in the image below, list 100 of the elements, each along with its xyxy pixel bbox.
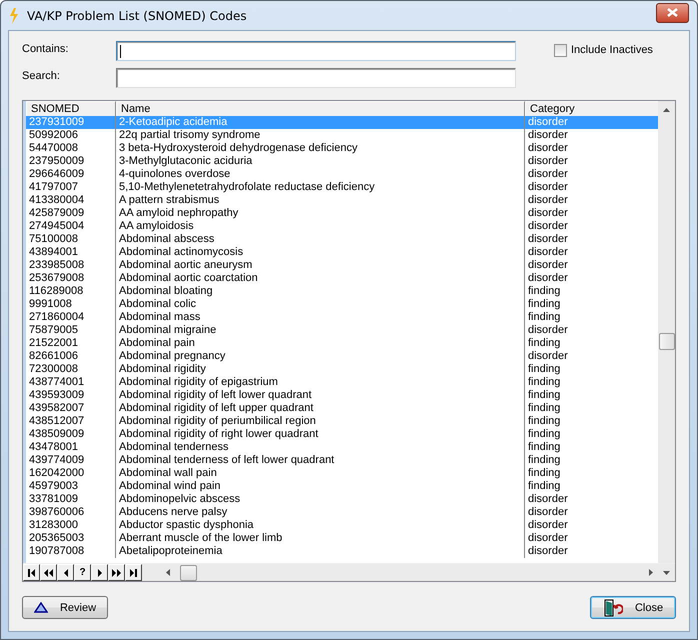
navigator-button[interactable] bbox=[125, 564, 142, 581]
table-cell: 3 beta-Hydroxysteroid dehydrogenase deficiency bbox=[116, 142, 525, 155]
table-cell-text: disorder bbox=[527, 181, 569, 194]
table-cell-text: finding bbox=[527, 363, 562, 376]
table-cell: 237931009 bbox=[26, 116, 116, 129]
right-arrow-icon bbox=[128, 566, 139, 578]
table-row[interactable]: 33781009 Abdominopelvic abscess disorder bbox=[26, 493, 658, 506]
table-row[interactable]: 43478001 Abdominal tenderness finding bbox=[26, 441, 658, 454]
table-row[interactable]: 75100008 Abdominal abscess disorder bbox=[26, 233, 658, 246]
table-cell: Abdominal bloating bbox=[116, 285, 525, 298]
scroll-thumb[interactable] bbox=[180, 564, 197, 580]
table-row[interactable]: 190787008 Abetalipoproteinemia disorder bbox=[26, 545, 658, 558]
table-row[interactable]: 398760006 Abducens nerve palsy disorder bbox=[26, 506, 658, 519]
table-row[interactable]: 82661006 Abdominal pregnancy disorder bbox=[26, 350, 658, 363]
right-arrow-icon bbox=[111, 566, 122, 578]
vertical-scrollbar[interactable] bbox=[658, 101, 675, 563]
table-cell: 439582007 bbox=[26, 402, 116, 415]
checkbox[interactable] bbox=[554, 44, 567, 56]
table-cell: 43894001 bbox=[26, 246, 116, 259]
table-row[interactable]: 438509009 Abdominal rigidity of right lower quadrant finding bbox=[26, 428, 658, 441]
table-row[interactable]: 45979003 Abdominal wind pain finding bbox=[26, 480, 658, 493]
scroll-thumb[interactable] bbox=[659, 333, 675, 350]
table-row[interactable]: 438512007 Abdominal rigidity of periumbilical region finding bbox=[26, 415, 658, 428]
table-row[interactable]: 438774001 Abdominal rigidity of epigastrium finding bbox=[26, 376, 658, 389]
table-cell: Aberrant muscle of the lower limb bbox=[116, 532, 525, 545]
table-row[interactable]: 425879009 AA amyloid nephropathy disorder bbox=[26, 207, 658, 220]
table-cell-text: finding bbox=[527, 402, 562, 415]
table-cell-text: finding bbox=[527, 467, 562, 480]
table-row[interactable]: 75879005 Abdominal migraine disorder bbox=[26, 324, 658, 337]
navigator-button[interactable] bbox=[91, 564, 108, 581]
table-row[interactable]: 233985008 Abdominal aortic aneurysm disorder bbox=[26, 259, 658, 272]
table-cell: 116289008 bbox=[26, 285, 116, 298]
table-cell-text: finding bbox=[527, 415, 562, 428]
table-cell-text: finding bbox=[527, 389, 562, 402]
table-row[interactable]: 162042000 Abdominal wall pain finding bbox=[26, 467, 658, 480]
checkbox-label: Include Inactives bbox=[571, 44, 653, 56]
table-cell-text: disorder bbox=[527, 129, 569, 142]
review-button[interactable]: Review bbox=[22, 596, 108, 619]
table-row[interactable]: 72300008 Abdominal rigidity finding bbox=[26, 363, 658, 376]
table-cell: 271860004 bbox=[26, 311, 116, 324]
table-row[interactable]: 274945004 AA amyloidosis disorder bbox=[26, 220, 658, 233]
table-cell: 43478001 bbox=[26, 441, 116, 454]
table-row[interactable]: 271860004 Abdominal mass finding bbox=[26, 311, 658, 324]
table-row[interactable]: 237950009 3-Methylglutaconic aciduria disorder bbox=[26, 155, 658, 168]
navigator-button[interactable] bbox=[23, 564, 40, 581]
table-row[interactable]: 21522001 Abdominal pain finding bbox=[26, 337, 658, 350]
table-row[interactable]: 50992006 22q partial trisomy syndrome disorder bbox=[26, 129, 658, 142]
table-cell: A pattern strabismus bbox=[116, 194, 525, 207]
table-cell-text: disorder bbox=[527, 350, 569, 363]
help-button[interactable]: ? bbox=[74, 564, 91, 581]
table-cell: 253679008 bbox=[26, 272, 116, 285]
navigator-button[interactable] bbox=[57, 564, 74, 581]
table-cell-text: disorder bbox=[527, 259, 569, 272]
table-row[interactable]: 31283000 Abductor spastic dysphonia disorder bbox=[26, 519, 658, 532]
table-cell: Abetalipoproteinemia bbox=[116, 545, 525, 558]
table-row[interactable]: 413380004 A pattern strabismus disorder bbox=[26, 194, 658, 207]
table-cell: 438512007 bbox=[26, 415, 116, 428]
table-cell-text: finding bbox=[527, 298, 562, 311]
triangle-icon bbox=[34, 602, 48, 613]
table-row[interactable]: 9991008 Abdominal colic finding bbox=[26, 298, 658, 311]
table-row[interactable]: 296646009 4-quinolones overdose disorder bbox=[26, 168, 658, 181]
table-cell: Abdominal rigidity of epigastrium bbox=[116, 376, 525, 389]
table-row[interactable]: 43894001 Abdominal actinomycosis disorder bbox=[26, 246, 658, 259]
table-cell: 5,10-Methylenetetrahydrofolate reductase deficiency bbox=[116, 181, 525, 194]
table-row[interactable]: 116289008 Abdominal bloating finding bbox=[26, 285, 658, 298]
table-cell: 438774001 bbox=[26, 376, 116, 389]
table-cell: 425879009 bbox=[26, 207, 116, 220]
table-row[interactable]: 439774009 Abdominal tenderness of left lower quadrant finding bbox=[26, 454, 658, 467]
input-field[interactable] bbox=[116, 68, 516, 88]
table-cell: 438509009 bbox=[26, 428, 116, 441]
table-cell-text: disorder bbox=[527, 142, 569, 155]
table-cell: 3-Methylglutaconic aciduria bbox=[116, 155, 525, 168]
table-cell-text: disorder bbox=[527, 506, 569, 519]
table-row[interactable]: 41797007 5,10-Methylenetetrahydrofolate reductase deficiency disorder bbox=[26, 181, 658, 194]
input-field[interactable] bbox=[116, 41, 516, 61]
table-cell-text: disorder bbox=[527, 246, 569, 259]
navigator-button[interactable] bbox=[108, 564, 125, 581]
close-button[interactable]: Close bbox=[590, 596, 676, 619]
table-cell-text: disorder bbox=[527, 324, 569, 337]
navigator-button[interactable] bbox=[40, 564, 57, 581]
table-cell: 4-quinolones overdose bbox=[116, 168, 525, 181]
table-cell: Abdominal rigidity of periumbilical region bbox=[116, 415, 525, 428]
table-row[interactable]: 439582007 Abdominal rigidity of left upper quadrant finding bbox=[26, 402, 658, 415]
table-cell: 33781009 bbox=[26, 493, 116, 506]
table-cell: 439593009 bbox=[26, 389, 116, 402]
table-cell: Abducens nerve palsy bbox=[116, 506, 525, 519]
field-label: Search: bbox=[22, 70, 61, 82]
table-cell: Abdominal tenderness bbox=[116, 441, 525, 454]
table-row[interactable]: 253679008 Abdominal aortic coarctation disorder bbox=[26, 272, 658, 285]
table-cell-text: disorder bbox=[527, 220, 569, 233]
table-row[interactable]: 205365003 Aberrant muscle of the lower limb disorder bbox=[26, 532, 658, 545]
table-cell: 190787008 bbox=[26, 545, 116, 558]
table-row[interactable]: 439593009 Abdominal rigidity of left lower quadrant finding bbox=[26, 389, 658, 402]
table-cell-text: finding bbox=[527, 454, 562, 467]
close-button[interactable] bbox=[656, 2, 689, 22]
table-row[interactable]: 54470008 3 beta-Hydroxysteroid dehydrogenase deficiency disorder bbox=[26, 142, 658, 155]
table-cell: 2-Ketoadipic acidemia bbox=[116, 116, 525, 129]
table-cell: 22q partial trisomy syndrome bbox=[116, 129, 525, 142]
table-cell-text: finding bbox=[527, 311, 562, 324]
table-cell: 31283000 bbox=[26, 519, 116, 532]
